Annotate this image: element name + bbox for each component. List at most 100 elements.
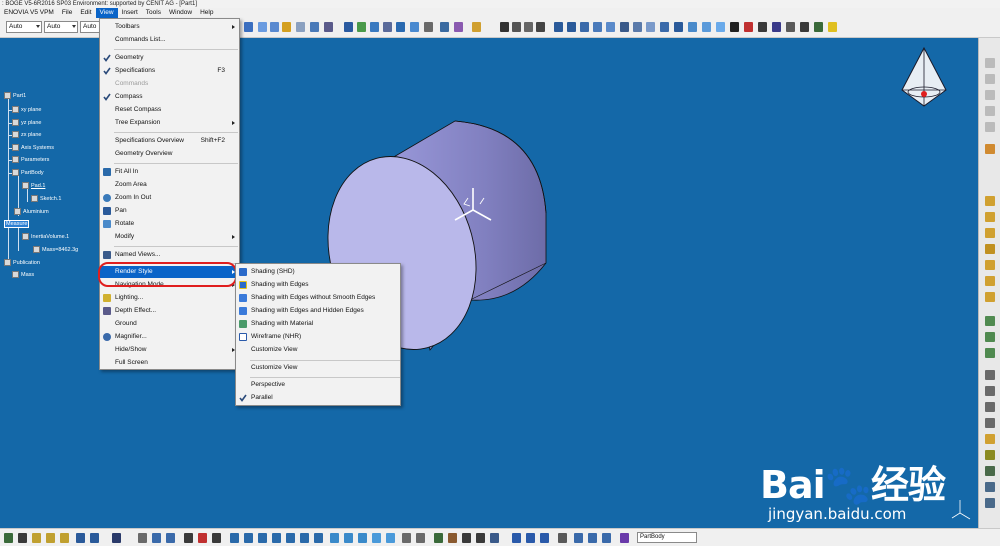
measure-item-icon[interactable] [434, 533, 443, 543]
menu-tools[interactable]: Tools [142, 8, 165, 18]
redo-icon[interactable] [90, 533, 99, 543]
select-icon[interactable] [4, 533, 13, 543]
bisector-icon[interactable] [786, 22, 795, 32]
tree-item-parameters[interactable]: Parameters [12, 156, 49, 163]
tree-item-axis-systems[interactable]: Axis Systems [12, 144, 54, 151]
menu-item-magnifier[interactable]: Magnifier... [100, 331, 239, 343]
menu-item-zoom-in-out[interactable]: Zoom In Out [100, 192, 239, 204]
formula-list-icon[interactable] [416, 533, 425, 543]
menu-item-specifications-overview[interactable]: Specifications Overview Shift+F2 [100, 135, 239, 147]
copy-icon[interactable] [46, 533, 55, 543]
fly-mode-icon[interactable] [230, 533, 239, 543]
menu-item-fit-all-in[interactable]: Fit All In [100, 166, 239, 178]
body-icon[interactable] [620, 533, 629, 543]
arc3-icon[interactable] [814, 22, 823, 32]
linetype-select[interactable]: Auto [44, 21, 78, 33]
apply-material-icon[interactable] [448, 533, 457, 543]
swap-space-icon[interactable] [386, 533, 395, 543]
dimension-icon[interactable] [396, 22, 405, 32]
hole-icon[interactable] [440, 22, 449, 32]
comment-icon[interactable] [152, 533, 161, 543]
tree-item-publication[interactable]: Publication [4, 259, 40, 266]
split-icon[interactable] [985, 434, 995, 444]
fillet-icon[interactable] [985, 316, 995, 326]
diagonal-line-icon[interactable] [758, 22, 767, 32]
vicw-icon[interactable] [730, 22, 739, 32]
tree-item-part1[interactable]: Part1 [4, 92, 26, 99]
menu-help[interactable]: Help [196, 8, 217, 18]
polyline-icon[interactable] [536, 22, 545, 32]
tree-item-sketch[interactable]: Sketch.1 [31, 195, 61, 202]
front-view-icon[interactable] [344, 533, 353, 543]
menu-item-hide-show[interactable]: Hide/Show [100, 344, 239, 356]
transform-icon[interactable] [985, 450, 995, 460]
menu-item-full-screen[interactable]: Full Screen [100, 357, 239, 369]
shading-icon[interactable] [358, 533, 367, 543]
dot-icon[interactable] [500, 22, 509, 32]
warning-icon[interactable] [828, 22, 837, 32]
menu-item-modify[interactable]: Modify [100, 231, 239, 243]
slash-icon[interactable] [800, 22, 809, 32]
point-icon[interactable] [424, 22, 433, 32]
update-icon[interactable] [512, 533, 521, 543]
define-work-object-icon[interactable] [602, 533, 611, 543]
plane-cut-icon[interactable] [744, 22, 753, 32]
tree-item-xy-plane[interactable]: xy plane [12, 106, 42, 113]
menu-item-shading-hidden-edges[interactable]: Shading with Edges and Hidden Edges [236, 305, 400, 317]
pattern-icon[interactable] [985, 482, 995, 492]
chamfer-icon[interactable] [985, 332, 995, 342]
menu-item-geometry-overview[interactable]: Geometry Overview [100, 148, 239, 160]
menu-item-parallel[interactable]: Parallel [236, 392, 400, 404]
plane-icon[interactable] [410, 22, 419, 32]
scale-icon[interactable] [558, 533, 567, 543]
measure-icon[interactable] [296, 22, 305, 32]
insert-body-icon[interactable] [588, 533, 597, 543]
menu-item-wireframe[interactable]: Wireframe (NHR) [236, 331, 400, 343]
connect-icon[interactable] [606, 22, 615, 32]
rotate-icon[interactable] [702, 22, 711, 32]
menu-item-geometry[interactable]: Geometry [100, 52, 239, 64]
tree-item-pad[interactable]: Pad.1 [22, 182, 45, 189]
zoom-out-icon[interactable] [300, 533, 309, 543]
menu-item-named-views[interactable]: Named Views... [100, 249, 239, 261]
tree-item-mass[interactable]: Mass [12, 271, 34, 278]
menu-window[interactable]: Window [165, 8, 196, 18]
circle-icon[interactable] [554, 22, 563, 32]
menu-item-commands-list[interactable]: Commands List... [100, 34, 239, 46]
menu-enovia[interactable]: ENOVIA V5 VPM [0, 8, 58, 18]
analysis-icon[interactable] [310, 22, 319, 32]
menu-item-specifications[interactable]: Specifications F3 [100, 65, 239, 77]
color-select[interactable]: Auto [6, 21, 42, 33]
sketcher-icon[interactable] [985, 144, 995, 154]
view-icon[interactable] [985, 58, 995, 68]
slot-icon[interactable] [985, 292, 995, 302]
fit-all-icon[interactable] [244, 533, 253, 543]
parameters-icon[interactable] [402, 533, 411, 543]
menu-item-customize-view-2[interactable]: Customize View [236, 362, 400, 374]
paste-icon[interactable] [60, 533, 69, 543]
draft-analysis-icon[interactable] [324, 22, 333, 32]
view-icon[interactable] [985, 106, 995, 116]
manual-update-icon[interactable] [526, 533, 535, 543]
scaling-icon[interactable] [985, 498, 995, 508]
menu-item-shading-material[interactable]: Shading with Material [236, 318, 400, 330]
shell-icon[interactable] [985, 370, 995, 380]
iso-view-icon[interactable] [330, 533, 339, 543]
extrapolate-icon[interactable] [674, 22, 683, 32]
spline-icon[interactable] [270, 22, 279, 32]
corner-icon[interactable] [620, 22, 629, 32]
menu-item-pan[interactable]: Pan [100, 205, 239, 217]
menu-item-zoom-area[interactable]: Zoom Area [100, 179, 239, 191]
constraint-icon[interactable] [357, 22, 366, 32]
pan-icon[interactable] [258, 533, 267, 543]
tree-item-measure[interactable]: Measure [4, 220, 30, 228]
menu-item-toolbars[interactable]: Toolbars [100, 21, 239, 33]
feature-icon[interactable] [344, 22, 353, 32]
menu-item-customize-view[interactable]: Customize View [236, 344, 400, 356]
measure-between-icon[interactable] [212, 533, 221, 543]
menu-item-shading-edges-no-smooth[interactable]: Shading with Edges without Smooth Edges [236, 292, 400, 304]
menu-item-ground[interactable]: Ground [100, 318, 239, 330]
tree-item-mass-value[interactable]: Mass=8462.3g [33, 246, 78, 253]
tree-item-partbody[interactable]: PartBody [12, 169, 44, 176]
sketch-analysis-icon[interactable] [490, 533, 499, 543]
